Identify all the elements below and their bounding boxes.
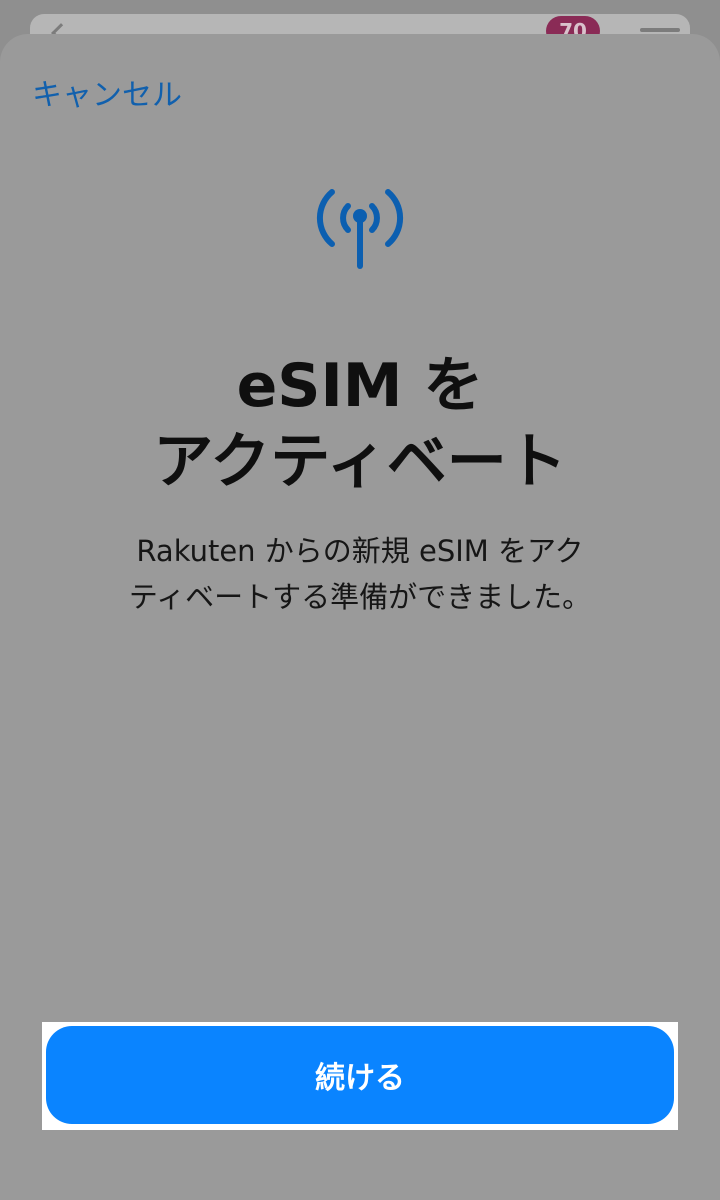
antenna-icon	[316, 189, 404, 269]
menu-icon	[640, 28, 680, 32]
continue-button-highlight: 続ける	[42, 1022, 678, 1130]
title-line-2: アクティベート	[153, 427, 567, 497]
description-line-1: Rakuten からの新規 eSIM をアク	[136, 534, 584, 568]
description: Rakuten からの新規 eSIM をアク ティベートする準備ができました。	[100, 528, 620, 620]
continue-button[interactable]: 続ける	[46, 1026, 674, 1124]
title-line-1: eSIM を	[236, 351, 484, 421]
page-title: eSIM を アクティベート	[0, 348, 720, 500]
esim-activation-screen: 70 キャンセル eSIM を アクティベート Rakuten からの新規 eS…	[0, 0, 720, 1200]
activation-sheet: キャンセル eSIM を アクティベート Rakuten からの新規 eSIM …	[0, 34, 720, 1200]
description-line-2: ティベートする準備ができました。	[128, 580, 592, 614]
cancel-button[interactable]: キャンセル	[32, 70, 182, 114]
